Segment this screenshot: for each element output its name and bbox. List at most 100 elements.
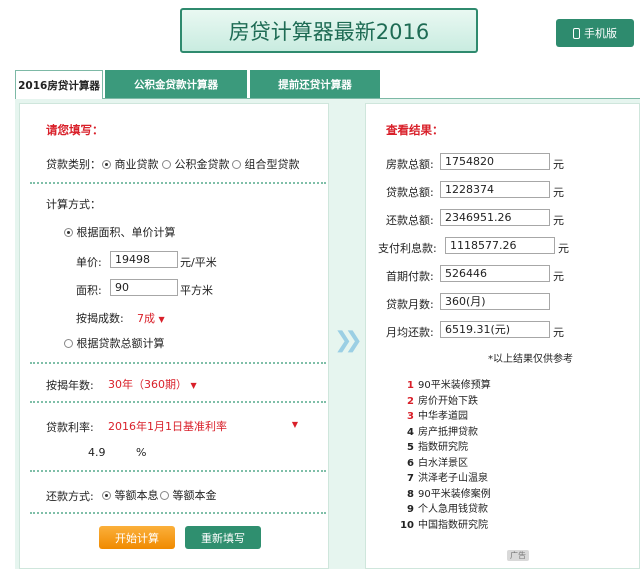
- result-label: 月均还款:: [386, 326, 434, 339]
- calc-method-by-total[interactable]: 根据贷款总额计算: [64, 335, 165, 351]
- list-item-number: 6: [407, 457, 414, 469]
- years-value: 30年（360期）: [108, 378, 187, 391]
- result-unit: 元: [553, 270, 564, 283]
- calc-method-by-total-label: 根据贷款总额计算: [76, 337, 165, 350]
- list-item-number: 7: [407, 473, 414, 484]
- list-item[interactable]: 3 中华孝道园: [396, 407, 546, 423]
- loan-type-commercial-label: 商业贷款: [114, 158, 159, 171]
- down-payment-value: 7成: [137, 312, 155, 325]
- repay-total-output[interactable]: 2346951.26: [440, 209, 550, 226]
- dropdown-caret-icon: ▼: [158, 315, 165, 324]
- result-label: 房款总额:: [386, 158, 434, 171]
- list-item[interactable]: 2 房价开始下跌: [396, 392, 546, 408]
- repay-equal-installment-label: 等额本息: [114, 489, 159, 502]
- list-item[interactable]: 1 90平米装修预算: [396, 376, 546, 392]
- monthly-payment-output[interactable]: 6519.31(元): [440, 321, 550, 338]
- result-label: 贷款总额:: [386, 186, 434, 199]
- calc-method-by-area[interactable]: 根据面积、单价计算: [64, 224, 176, 240]
- list-item-text: 房价开始下跌: [418, 395, 478, 407]
- list-item-text: 房产抵押贷款: [418, 426, 478, 438]
- list-item-number: 1: [407, 380, 414, 391]
- divider: [30, 401, 326, 403]
- result-unit: 元: [553, 186, 564, 199]
- start-calc-button[interactable]: 开始计算: [99, 526, 175, 549]
- result-unit: 元: [553, 158, 564, 171]
- rate-label: 贷款利率:: [46, 421, 94, 434]
- radio-icon[interactable]: [162, 160, 171, 169]
- list-item-text: 90平米装修案例: [418, 488, 491, 500]
- unit-price-input[interactable]: 19498: [110, 251, 178, 268]
- loan-type-provident[interactable]: 公积金贷款: [162, 156, 230, 172]
- result-label: 支付利息款:: [378, 242, 437, 255]
- result-unit: 元: [553, 326, 564, 339]
- area-input[interactable]: 90: [110, 279, 178, 296]
- repay-equal-principal-label: 等额本金: [172, 489, 217, 502]
- rate-select[interactable]: 2016年1月1日基准利率 ▼: [108, 418, 298, 434]
- list-item[interactable]: 4 房产抵押贷款: [396, 423, 546, 439]
- list-item[interactable]: 10 中国指数研究院: [396, 516, 546, 532]
- list-item-text: 洪泽老子山温泉: [418, 473, 488, 484]
- interest-output[interactable]: 1118577.26: [445, 237, 555, 254]
- total-price-output[interactable]: 1754820: [440, 153, 550, 170]
- list-item-number: 10: [400, 519, 414, 531]
- loan-total-output[interactable]: 1228374: [440, 181, 550, 198]
- list-item-text: 中国指数研究院: [418, 519, 488, 531]
- radio-icon[interactable]: [232, 160, 241, 169]
- years-label: 按揭年数:: [46, 379, 94, 392]
- list-item[interactable]: 8 90平米装修案例: [396, 485, 546, 501]
- list-item-text: 指数研究院: [418, 442, 468, 453]
- down-payment-label: 按揭成数:: [76, 312, 124, 325]
- reset-button[interactable]: 重新填写: [185, 526, 261, 549]
- radio-icon[interactable]: [64, 339, 73, 348]
- rate-value: 2016年1月1日基准利率: [108, 420, 227, 433]
- radio-icon[interactable]: [102, 491, 111, 500]
- list-item[interactable]: 6 白水洋景区: [396, 454, 546, 470]
- list-item[interactable]: 7 洪泽老子山温泉: [396, 469, 546, 485]
- list-item[interactable]: 5 指数研究院: [396, 438, 546, 454]
- ad-list: 1 90平米装修预算 2 房价开始下跌 3 中华孝道园 4 房产抵押贷款 5 指数研究院 …: [396, 376, 546, 531]
- result-note: *以上结果仅供参考: [488, 354, 573, 365]
- list-item-number: 9: [407, 504, 414, 515]
- repay-equal-installment[interactable]: 等额本息: [102, 487, 159, 503]
- list-item-number: 2: [407, 395, 414, 407]
- result-label: 还款总额:: [386, 214, 434, 227]
- down-payment-select[interactable]: 7成 ▼: [137, 310, 165, 326]
- result-label: 贷款月数:: [386, 298, 434, 311]
- phone-icon: [573, 27, 580, 39]
- list-item-text: 90平米装修预算: [418, 380, 491, 391]
- list-item-text: 个人急用钱贷款: [418, 504, 488, 515]
- dropdown-caret-icon: ▼: [190, 381, 197, 390]
- radio-icon[interactable]: [64, 228, 73, 237]
- loan-type-provident-label: 公积金贷款: [174, 158, 230, 171]
- months-output[interactable]: 360(月): [440, 293, 550, 310]
- list-item[interactable]: 9 个人急用钱贷款: [396, 500, 546, 516]
- list-item-number: 4: [407, 426, 414, 438]
- mobile-version-button[interactable]: 手机版: [556, 19, 634, 47]
- tab-provident-fund[interactable]: 公积金贷款计算器: [105, 70, 247, 98]
- ad-badge[interactable]: 广告: [507, 550, 529, 561]
- down-payment-output[interactable]: 526446: [440, 265, 550, 282]
- form-section-title: 请您填写：: [46, 123, 104, 137]
- repay-equal-principal[interactable]: 等额本金: [160, 487, 217, 503]
- repay-label: 还款方式:: [46, 490, 94, 503]
- radio-icon[interactable]: [102, 160, 111, 169]
- calc-method-label: 计算方式：: [46, 198, 101, 211]
- tab-mortgage-2016[interactable]: 2016房贷计算器: [15, 70, 103, 99]
- calc-method-by-area-label: 根据面积、单价计算: [76, 226, 176, 239]
- list-item-text: 白水洋景区: [418, 457, 468, 469]
- radio-icon[interactable]: [160, 491, 169, 500]
- list-item-text: 中华孝道园: [418, 411, 468, 422]
- list-item-number: 5: [407, 442, 414, 453]
- divider: [30, 512, 326, 514]
- unit-price-label: 单价:: [76, 256, 102, 269]
- rate-number[interactable]: 4.9: [88, 446, 106, 459]
- loan-type-combined[interactable]: 组合型贷款: [232, 156, 300, 172]
- years-select[interactable]: 30年（360期） ▼: [108, 376, 197, 392]
- unit-price-unit: 元/平米: [180, 256, 217, 269]
- result-unit: 元: [558, 242, 569, 255]
- tab-prepayment[interactable]: 提前还贷计算器: [250, 70, 380, 98]
- area-unit: 平方米: [180, 284, 213, 297]
- result-unit: 元: [553, 214, 564, 227]
- chevron-right-icon: ❯❯: [334, 328, 363, 353]
- loan-type-commercial[interactable]: 商业贷款: [102, 156, 159, 172]
